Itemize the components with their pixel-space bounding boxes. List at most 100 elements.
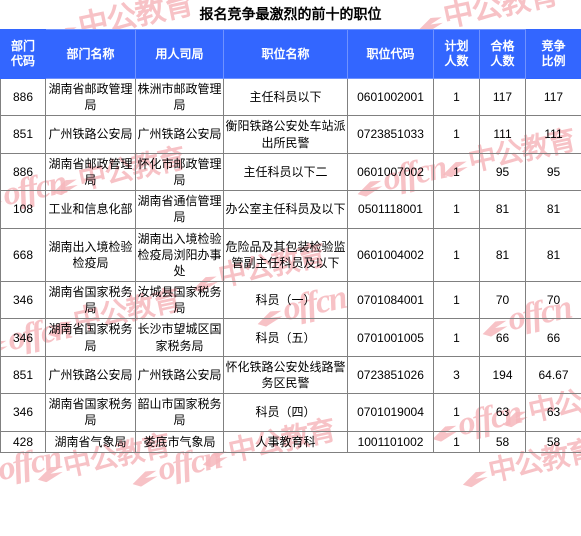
column-header-line1: 部门 xyxy=(10,39,35,53)
cell-dept_code: 886 xyxy=(0,152,46,192)
table-head: 部门 代码 部门名称 用人司局 职位名称 职位代码 计划 人数 合格 人数 竞争 比例 xyxy=(0,29,581,79)
cell-dept_name: 工业和信息化部 xyxy=(45,190,136,229)
cell-position: 科员（五） xyxy=(223,318,348,357)
column-header-plan_count: 计划 人数 xyxy=(433,29,480,79)
cell-dept_code: 108 xyxy=(0,190,46,229)
column-header-line1: 职位名称 xyxy=(261,46,310,61)
page-title: 报名竞争最激烈的前十的职位 xyxy=(199,7,382,23)
cell-ratio: 64.67 xyxy=(525,355,581,395)
cell-bureau: 湖南省通信管理局 xyxy=(135,190,224,229)
cell-ratio: 81 xyxy=(525,190,581,229)
positions-table: 部门 代码 部门名称 用人司局 职位名称 职位代码 计划 人数 合格 人数 竞争 比例 886 湖南省邮… xyxy=(0,29,581,453)
column-header-line2: 代码 xyxy=(10,54,35,68)
cell-dept_name: 湖南省邮政管理局 xyxy=(45,77,136,117)
cell-position_code: 0701019004 xyxy=(347,393,434,432)
cell-plan_count: 1 xyxy=(433,77,480,117)
cell-pass_count: 95 xyxy=(479,152,526,192)
cell-ratio: 81 xyxy=(525,227,581,283)
cell-position_code: 0501118001 xyxy=(347,190,434,229)
cell-dept_name: 湖南省气象局 xyxy=(45,430,136,453)
cell-position: 主任科员以下二 xyxy=(223,152,348,192)
cell-ratio: 111 xyxy=(525,115,581,154)
cell-plan_count: 1 xyxy=(433,227,480,283)
swoosh-icon xyxy=(131,469,159,488)
cell-dept_name: 湖南省国家税务局 xyxy=(45,281,136,320)
cell-dept_code: 346 xyxy=(0,318,46,357)
table-row: 886 湖南省邮政管理局 怀化市邮政管理局 主任科员以下二 0601007002 1 95 9… xyxy=(0,152,581,192)
cell-position: 主任科员以下 xyxy=(223,77,348,117)
table-row: 668 湖南出入境检验检疫局 湖南出入境检验检疫局浏阳办事处 危险品及其包装检验监管副… xyxy=(0,227,581,283)
cell-pass_count: 111 xyxy=(479,115,526,154)
table-row: 346 湖南省国家税务局 汝城县国家税务局 科员（一） 0701084001 1 70 70 xyxy=(0,281,581,320)
cell-plan_count: 1 xyxy=(433,318,480,357)
table-row: 851 广州铁路公安局 广州铁路公安局 衡阳铁路公安处车站派出所民警 072385103… xyxy=(0,115,581,154)
cell-position_code: 0723851033 xyxy=(347,115,434,154)
cell-pass_count: 117 xyxy=(479,77,526,117)
cell-plan_count: 1 xyxy=(433,190,480,229)
column-header-line2: 比例 xyxy=(541,54,566,68)
table-row: 108 工业和信息化部 湖南省通信管理局 办公室主任科员及以下 0501118001 1 8… xyxy=(0,190,581,229)
cell-dept_name: 湖南出入境检验检疫局 xyxy=(45,227,136,283)
cell-ratio: 95 xyxy=(525,152,581,192)
column-header-dept_name: 部门名称 xyxy=(45,29,136,79)
cell-pass_count: 70 xyxy=(479,281,526,320)
column-header-position_code: 职位代码 xyxy=(347,29,434,79)
column-header-position: 职位名称 xyxy=(223,29,348,79)
swoosh-icon xyxy=(461,470,489,489)
cell-bureau: 汝城县国家税务局 xyxy=(135,281,224,320)
column-header-line1: 计划 xyxy=(444,39,469,53)
cell-position_code: 0723851026 xyxy=(347,355,434,395)
column-header-line1: 职位代码 xyxy=(366,46,415,61)
cell-position: 办公室主任科员及以下 xyxy=(223,190,348,229)
table-row: 346 湖南省国家税务局 韶山市国家税务局 科员（四） 0701019004 1 63 63 xyxy=(0,393,581,432)
cell-position: 怀化铁路公安处线路警务区民警 xyxy=(223,355,348,395)
cell-ratio: 66 xyxy=(525,318,581,357)
cell-position_code: 0601004002 xyxy=(347,227,434,283)
cell-ratio: 70 xyxy=(525,281,581,320)
table-body: 886 湖南省邮政管理局 株洲市邮政管理局 主任科员以下 0601002001 1 117 1… xyxy=(0,77,581,453)
cell-position_code: 1001101002 xyxy=(347,430,434,453)
cell-position_code: 0601002001 xyxy=(347,77,434,117)
column-header-pass_count: 合格 人数 xyxy=(479,29,526,79)
cell-dept_code: 346 xyxy=(0,281,46,320)
cell-pass_count: 81 xyxy=(479,190,526,229)
cell-dept_code: 346 xyxy=(0,393,46,432)
cell-bureau: 怀化市邮政管理局 xyxy=(135,152,224,192)
column-header-line2: 人数 xyxy=(444,54,469,68)
cell-position_code: 0701001005 xyxy=(347,318,434,357)
cell-plan_count: 1 xyxy=(433,393,480,432)
cell-plan_count: 1 xyxy=(433,281,480,320)
cell-plan_count: 1 xyxy=(433,115,480,154)
cell-ratio: 117 xyxy=(525,77,581,117)
cell-dept_name: 广州铁路公安局 xyxy=(45,115,136,154)
column-header-line1: 竞争 xyxy=(541,39,566,53)
cell-dept_code: 851 xyxy=(0,355,46,395)
cell-dept_name: 广州铁路公安局 xyxy=(45,355,136,395)
cell-pass_count: 66 xyxy=(479,318,526,357)
cell-position: 危险品及其包装检验监管副主任科员及以下 xyxy=(223,227,348,283)
column-header-ratio: 竞争 比例 xyxy=(525,29,581,79)
column-header-line1: 合格 xyxy=(490,39,515,53)
cell-position: 衡阳铁路公安处车站派出所民警 xyxy=(223,115,348,154)
cell-position_code: 0701084001 xyxy=(347,281,434,320)
swoosh-icon xyxy=(36,465,64,484)
cell-ratio: 63 xyxy=(525,393,581,432)
cell-pass_count: 194 xyxy=(479,355,526,395)
table-row: 346 湖南省国家税务局 长沙市望城区国家税务局 科员（五） 0701001005 1 66… xyxy=(0,318,581,357)
cell-bureau: 株洲市邮政管理局 xyxy=(135,77,224,117)
cell-bureau: 韶山市国家税务局 xyxy=(135,393,224,432)
cell-plan_count: 1 xyxy=(433,430,480,453)
cell-pass_count: 58 xyxy=(479,430,526,453)
cell-plan_count: 1 xyxy=(433,152,480,192)
table-row: 428 湖南省气象局 娄底市气象局 人事教育科 1001101002 1 58 58 xyxy=(0,430,581,453)
cell-dept_name: 湖南省邮政管理局 xyxy=(45,152,136,192)
cell-bureau: 娄底市气象局 xyxy=(135,430,224,453)
cell-dept_code: 668 xyxy=(0,227,46,283)
cell-pass_count: 81 xyxy=(479,227,526,283)
table-header-row: 部门 代码 部门名称 用人司局 职位名称 职位代码 计划 人数 合格 人数 竞争 比例 xyxy=(0,29,581,79)
column-header-dept_code: 部门 代码 xyxy=(0,29,46,79)
cell-bureau: 广州铁路公安局 xyxy=(135,355,224,395)
cell-position_code: 0601007002 xyxy=(347,152,434,192)
table-row: 886 湖南省邮政管理局 株洲市邮政管理局 主任科员以下 0601002001 1 117 1… xyxy=(0,77,581,117)
cell-dept_code: 886 xyxy=(0,77,46,117)
